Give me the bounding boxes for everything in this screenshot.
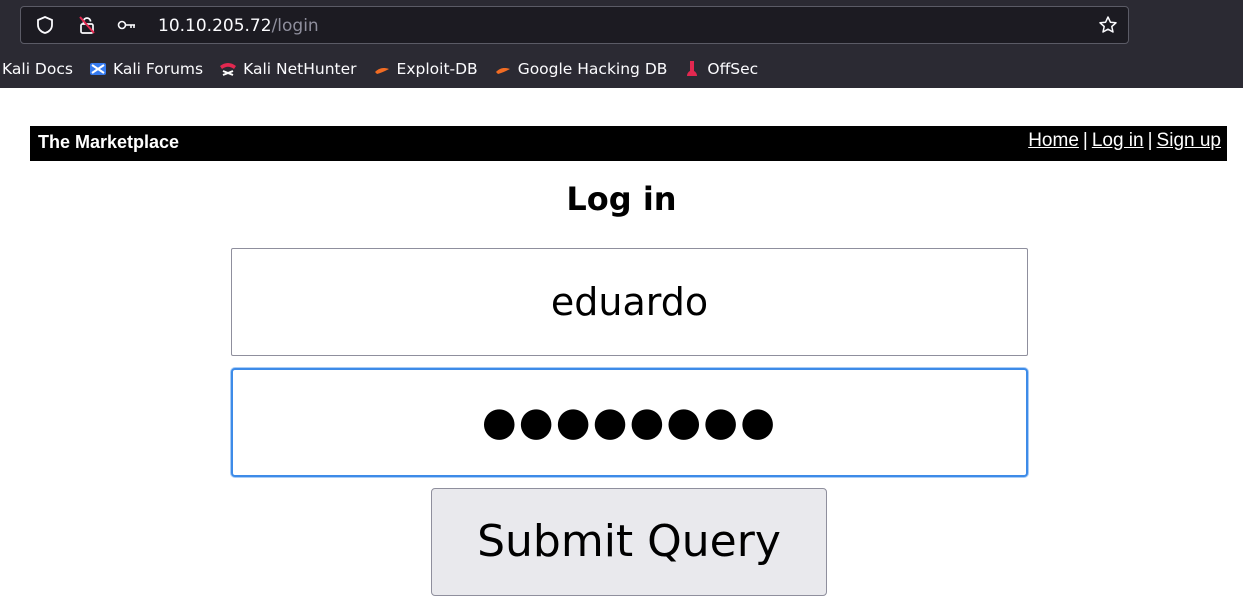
nav-login-link[interactable]: Log in bbox=[1092, 130, 1144, 151]
insecure-lock-icon[interactable] bbox=[77, 15, 97, 35]
username-input[interactable]: eduardo bbox=[231, 248, 1028, 356]
site-header: The Marketplace Home | Log in | Sign up bbox=[30, 126, 1227, 161]
bookmark-label: OffSec bbox=[707, 60, 759, 78]
bookmarks-toolbar: Kali Docs Kali Forums Kali NetHunter Exp… bbox=[0, 52, 1243, 86]
url-path: /login bbox=[271, 16, 319, 36]
bookmark-google-hacking-db[interactable]: Google Hacking DB bbox=[494, 60, 668, 78]
offsec-icon bbox=[687, 61, 698, 76]
bookmark-label: Google Hacking DB bbox=[517, 60, 668, 78]
nav-signup-link[interactable]: Sign up bbox=[1157, 130, 1221, 151]
bookmark-exploit-db[interactable]: Exploit-DB bbox=[373, 60, 478, 78]
exploit-db-icon bbox=[374, 68, 389, 74]
nav-home-link[interactable]: Home bbox=[1028, 130, 1079, 151]
submit-button[interactable]: Submit Query bbox=[431, 488, 827, 596]
bookmark-kali-nethunter[interactable]: Kali NetHunter bbox=[219, 60, 357, 78]
bookmark-offsec[interactable]: OffSec bbox=[683, 60, 758, 78]
bookmark-label: Kali Forums bbox=[112, 60, 204, 78]
password-input[interactable]: ●●●●●●●● bbox=[231, 368, 1028, 477]
bookmark-star-icon[interactable] bbox=[1098, 15, 1118, 35]
browser-chrome: 10.10.205.72/login Kali Docs Kali Forums… bbox=[0, 0, 1243, 88]
site-brand: The Marketplace bbox=[38, 132, 180, 152]
bookmark-label: Exploit-DB bbox=[396, 60, 478, 78]
bookmark-kali-forums[interactable]: Kali Forums bbox=[89, 60, 203, 78]
page-title: Log in bbox=[566, 180, 677, 218]
google-hacking-db-icon bbox=[495, 68, 510, 74]
kali-nethunter-icon bbox=[220, 63, 237, 76]
bookmark-label: Kali NetHunter bbox=[243, 60, 357, 78]
url-text[interactable]: 10.10.205.72/login bbox=[158, 16, 319, 36]
site-nav: Home | Log in | Sign up bbox=[1028, 130, 1221, 152]
key-icon[interactable] bbox=[117, 15, 137, 35]
nav-separator: | bbox=[1147, 130, 1153, 151]
url-host: 10.10.205.72 bbox=[158, 16, 272, 36]
shield-icon[interactable] bbox=[35, 15, 55, 35]
nav-separator: | bbox=[1082, 130, 1088, 151]
bookmark-label: Kali Docs bbox=[2, 60, 73, 78]
bookmark-kali-docs[interactable]: Kali Docs bbox=[2, 60, 73, 78]
kali-forums-icon bbox=[89, 63, 106, 75]
url-bar[interactable]: 10.10.205.72/login bbox=[20, 6, 1129, 44]
